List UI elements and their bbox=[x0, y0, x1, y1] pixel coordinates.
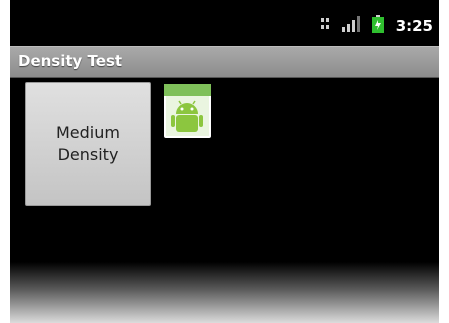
device-screen: 3:25 Density Test Medium Density bbox=[10, 0, 439, 323]
signal-icon bbox=[341, 16, 360, 36]
title-bar: Density Test bbox=[10, 46, 439, 78]
app-title: Density Test bbox=[18, 52, 123, 70]
status-icons: 3:25 bbox=[320, 15, 433, 37]
status-bar: 3:25 bbox=[10, 0, 439, 44]
data-icon bbox=[320, 16, 330, 36]
status-clock: 3:25 bbox=[395, 17, 433, 35]
android-icon bbox=[164, 84, 211, 138]
density-button-label: Medium Density bbox=[56, 123, 120, 164]
battery-icon bbox=[371, 15, 384, 37]
bottom-fade bbox=[10, 262, 439, 323]
medium-density-button[interactable]: Medium Density bbox=[25, 82, 151, 206]
